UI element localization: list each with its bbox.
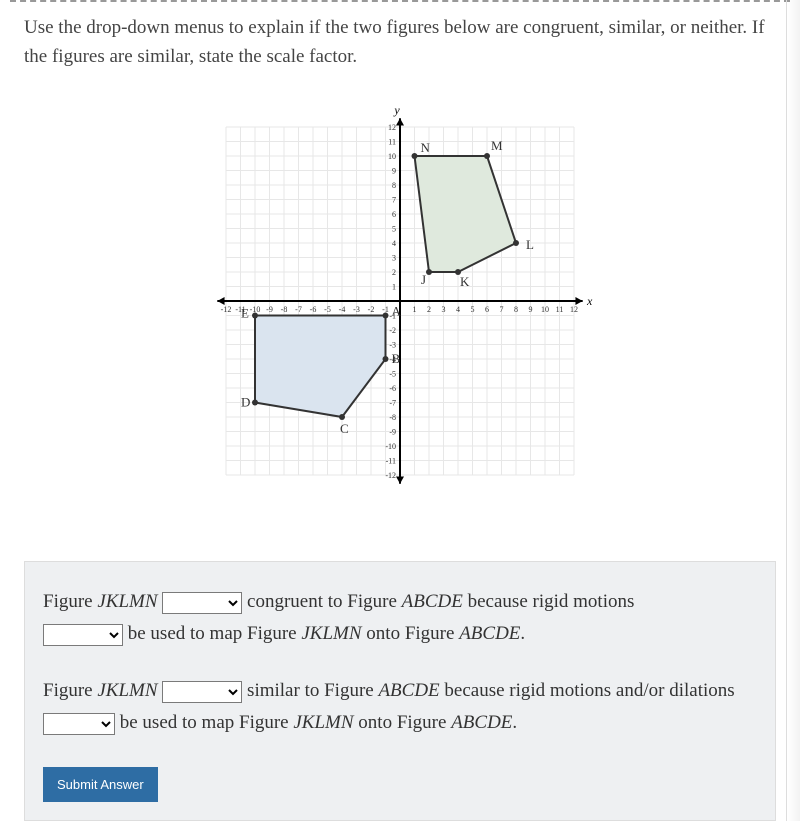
svg-text:12: 12 xyxy=(388,123,396,132)
svg-text:K: K xyxy=(460,274,470,289)
svg-text:6: 6 xyxy=(392,210,396,219)
svg-text:-4: -4 xyxy=(339,305,346,314)
svg-text:C: C xyxy=(340,421,349,436)
svg-text:-2: -2 xyxy=(368,305,375,314)
svg-text:8: 8 xyxy=(392,181,396,190)
svg-text:-2: -2 xyxy=(389,326,396,335)
svg-text:B: B xyxy=(392,351,401,366)
instructions-text: Use the drop-down menus to explain if th… xyxy=(0,14,800,71)
text: because rigid motions and/or dilations xyxy=(444,680,734,701)
text: similar to Figure xyxy=(247,680,378,701)
svg-text:11: 11 xyxy=(556,305,564,314)
divider-dashed xyxy=(10,0,790,2)
sentence-congruent: Figure JKLMN congruent to Figure ABCDE b… xyxy=(43,586,757,651)
svg-text:-10: -10 xyxy=(385,442,396,451)
svg-text:-12: -12 xyxy=(221,305,232,314)
dropdown-similar-can[interactable] xyxy=(43,713,115,735)
figure-name: ABCDE xyxy=(378,680,439,701)
svg-text:7: 7 xyxy=(392,196,396,205)
text: . xyxy=(520,623,525,644)
svg-text:-8: -8 xyxy=(281,305,288,314)
text: . xyxy=(512,712,517,733)
svg-text:-3: -3 xyxy=(389,341,396,350)
svg-text:2: 2 xyxy=(427,305,431,314)
svg-text:J: J xyxy=(421,272,426,287)
svg-text:N: N xyxy=(421,140,431,155)
svg-text:D: D xyxy=(241,395,250,410)
figure-name: ABCDE xyxy=(459,623,520,644)
svg-text:M: M xyxy=(491,138,503,153)
grid-svg: xy-12-11-10-9-8-7-6-5-4-3-2-112345678910… xyxy=(200,101,600,501)
svg-text:10: 10 xyxy=(541,305,549,314)
text: onto Figure xyxy=(354,712,452,733)
svg-text:9: 9 xyxy=(529,305,533,314)
text: onto Figure xyxy=(362,623,460,644)
figure-name: JKLMN xyxy=(293,712,353,733)
dropdown-congruent-can[interactable] xyxy=(43,624,123,646)
svg-text:-5: -5 xyxy=(324,305,331,314)
svg-text:12: 12 xyxy=(570,305,578,314)
svg-text:-8: -8 xyxy=(389,413,396,422)
svg-text:-11: -11 xyxy=(386,457,396,466)
svg-text:-9: -9 xyxy=(389,428,396,437)
submit-button[interactable]: Submit Answer xyxy=(43,767,158,802)
svg-text:-9: -9 xyxy=(266,305,273,314)
svg-text:-5: -5 xyxy=(389,370,396,379)
svg-text:9: 9 xyxy=(392,167,396,176)
svg-text:10: 10 xyxy=(388,152,396,161)
svg-text:-12: -12 xyxy=(385,471,396,480)
scrollbar-track[interactable] xyxy=(786,0,800,821)
text: be used to map Figure xyxy=(128,623,302,644)
svg-text:-6: -6 xyxy=(389,384,396,393)
svg-text:-6: -6 xyxy=(310,305,317,314)
dropdown-congruent-verb[interactable] xyxy=(162,592,242,614)
coordinate-grid: xy-12-11-10-9-8-7-6-5-4-3-2-112345678910… xyxy=(0,71,800,541)
svg-text:5: 5 xyxy=(392,225,396,234)
svg-text:-10: -10 xyxy=(250,305,261,314)
svg-text:x: x xyxy=(586,294,593,308)
text: be used to map Figure xyxy=(120,712,294,733)
figure-name: JKLMN xyxy=(97,591,157,612)
answer-panel: Figure JKLMN congruent to Figure ABCDE b… xyxy=(24,561,776,821)
figure-name: JKLMN xyxy=(301,623,361,644)
svg-text:1: 1 xyxy=(392,283,396,292)
svg-text:11: 11 xyxy=(388,138,396,147)
svg-text:A: A xyxy=(392,304,402,319)
svg-text:y: y xyxy=(393,103,400,117)
text: because rigid motions xyxy=(468,591,635,612)
svg-text:-1: -1 xyxy=(382,305,389,314)
svg-text:3: 3 xyxy=(392,254,396,263)
svg-text:7: 7 xyxy=(500,305,504,314)
svg-text:1: 1 xyxy=(413,305,417,314)
text: Figure xyxy=(43,680,97,701)
figure-name: ABCDE xyxy=(402,591,463,612)
svg-text:E: E xyxy=(241,306,249,321)
svg-text:5: 5 xyxy=(471,305,475,314)
text: congruent to Figure xyxy=(247,591,402,612)
svg-text:L: L xyxy=(526,237,534,252)
text: Figure xyxy=(43,591,97,612)
svg-text:-7: -7 xyxy=(295,305,302,314)
svg-text:4: 4 xyxy=(392,239,396,248)
svg-text:-7: -7 xyxy=(389,399,396,408)
svg-text:6: 6 xyxy=(485,305,489,314)
svg-text:3: 3 xyxy=(442,305,446,314)
svg-text:4: 4 xyxy=(456,305,460,314)
figure-name: JKLMN xyxy=(97,680,157,701)
figure-name: ABCDE xyxy=(451,712,512,733)
svg-text:2: 2 xyxy=(392,268,396,277)
sentence-similar: Figure JKLMN similar to Figure ABCDE bec… xyxy=(43,675,757,740)
svg-text:8: 8 xyxy=(514,305,518,314)
dropdown-similar-verb[interactable] xyxy=(162,681,242,703)
svg-text:-3: -3 xyxy=(353,305,360,314)
